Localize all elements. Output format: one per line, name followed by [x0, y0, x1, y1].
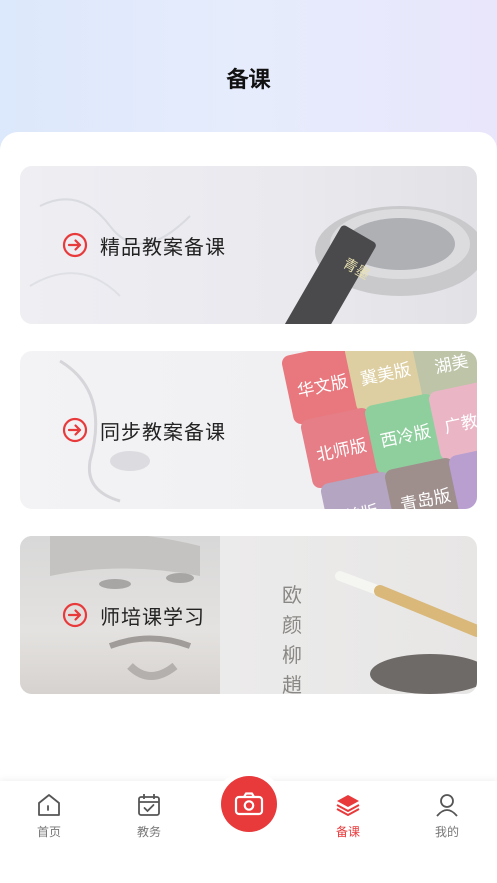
- ink-stone-illustration: 青墨: [284, 206, 477, 324]
- brush-illustration: [335, 571, 477, 694]
- camera-button[interactable]: [221, 776, 277, 832]
- tab-label: 备课: [335, 825, 360, 839]
- camera-icon: [234, 792, 264, 816]
- arrow-right-circle-icon: [62, 417, 88, 443]
- arrow-right-circle-icon: [62, 232, 88, 258]
- card-title: 师培课学习: [100, 604, 205, 629]
- card-premium-lesson-prep[interactable]: 青墨 精品教案备课: [20, 166, 477, 324]
- tab-label: 教务: [136, 825, 161, 839]
- tab-academic-affairs[interactable]: 教务: [109, 791, 189, 840]
- calligraphy-text: 欧颜柳趙: [282, 583, 302, 694]
- page-title: 备课: [226, 68, 271, 93]
- tab-home[interactable]: 首页: [9, 791, 89, 840]
- tab-lesson-prep[interactable]: 备课: [308, 791, 388, 840]
- layers-icon: [336, 795, 360, 816]
- arrow-right-circle-icon: [62, 602, 88, 628]
- textbook-edition-tiles: 华文版 冀美版 湖美 北师版 西冷版 广教版 美版 青岛版 苏: [280, 351, 477, 509]
- tab-label: 我的: [434, 825, 459, 839]
- tab-label: 首页: [36, 825, 61, 839]
- card-label-row: 师培课学习: [62, 600, 205, 630]
- home-icon: [38, 794, 60, 816]
- card-title: 同步教案备课: [100, 419, 226, 444]
- card-label-row: 精品教案备课: [62, 230, 226, 260]
- card-label-row: 同步教案备课: [62, 415, 226, 445]
- card-teacher-training[interactable]: 欧颜柳趙 师培课学习: [20, 536, 477, 694]
- card-sync-lesson-prep[interactable]: 华文版 冀美版 湖美 北师版 西冷版 广教版 美版 青岛版 苏 同步教案备课: [20, 351, 477, 509]
- tab-mine[interactable]: 我的: [407, 791, 487, 840]
- user-icon: [436, 794, 458, 817]
- card-title: 精品教案备课: [100, 234, 226, 259]
- calendar-check-icon: [138, 794, 160, 816]
